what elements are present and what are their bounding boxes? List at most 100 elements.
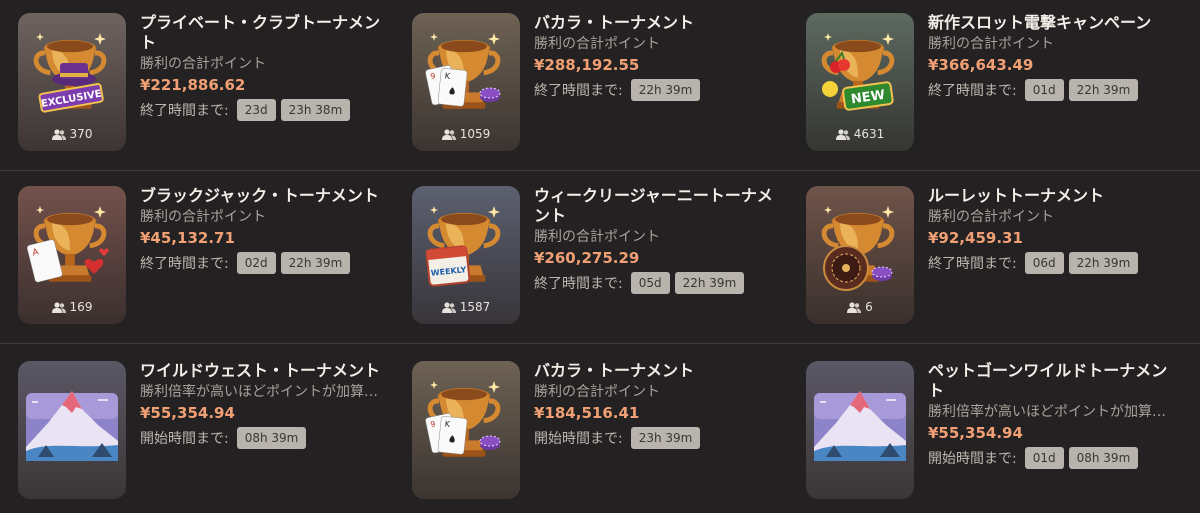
countdown-chip: 02d	[236, 252, 276, 274]
tournament-subtitle: 勝利の合計ポイント	[928, 209, 1054, 225]
countdown-chip: 01d	[1024, 447, 1064, 469]
countdown-label: 開始時間まで:	[928, 451, 1017, 467]
countdown: 開始時間まで: 08h 39m	[140, 426, 385, 450]
prize-pool: ¥45,132.71	[140, 229, 235, 247]
tournament-thumbnail[interactable]: EXCLUSIVE 370	[18, 13, 126, 151]
users-icon	[441, 129, 456, 140]
countdown-chip: 22h 39m	[280, 252, 351, 274]
tournament-title[interactable]: ブラックジャック・トーナメント	[140, 186, 385, 206]
tournament-card[interactable]: 6 ルーレットトーナメント 勝利の合計ポイント ¥92,459.31 終了時間ま…	[806, 186, 1186, 326]
row-divider	[0, 170, 1200, 171]
tournament-card[interactable]: ペットゴーンワイルドトーナメント 勝利倍率が高いほどポイントが加算されます ¥5…	[806, 361, 1186, 501]
tournament-card[interactable]: 9 K バカラ・トーナメント 勝利の合計ポイント ¥184,516.41 開始時…	[412, 361, 792, 501]
tournament-card[interactable]: NEW 4631 新作スロット電撃キャンペーン 勝利の合計ポイント ¥366,6…	[806, 13, 1186, 153]
countdown-label: 開始時間まで:	[140, 431, 229, 447]
prize-pool: ¥221,886.62	[140, 76, 246, 94]
tournament-thumbnail[interactable]: 6	[806, 186, 914, 324]
tournament-card[interactable]: 9 K 1059 バカラ・トーナメント 勝利の合計ポイント ¥288,192.5…	[412, 13, 792, 153]
countdown-label: 終了時間まで:	[928, 256, 1017, 272]
countdown-chip: 05d	[630, 272, 670, 294]
countdown-label: 終了時間まで:	[534, 276, 623, 292]
tournament-title[interactable]: バカラ・トーナメント	[534, 13, 779, 33]
countdown: 終了時間まで: 06d 22h 39m	[928, 251, 1173, 275]
tournament-title[interactable]: ルーレットトーナメント	[928, 186, 1173, 206]
tournament-subtitle: 勝利倍率が高いほどポイントが加算されます	[928, 404, 1173, 420]
player-count-value: 370	[69, 127, 93, 141]
tournament-info: ウィークリージャーニートーナメント 勝利の合計ポイント ¥260,275.29 …	[534, 186, 779, 295]
countdown-chip: 22h 39m	[1068, 252, 1139, 274]
prize-pool: ¥184,516.41	[534, 404, 640, 422]
countdown: 開始時間まで: 01d 08h 39m	[928, 446, 1173, 470]
countdown-chip: 22h 39m	[674, 272, 745, 294]
tournament-title[interactable]: ウィークリージャーニートーナメント	[534, 186, 779, 226]
countdown: 終了時間まで: 01d 22h 39m	[928, 78, 1173, 102]
tournament-title[interactable]: バカラ・トーナメント	[534, 361, 779, 381]
tournament-info: ルーレットトーナメント 勝利の合計ポイント ¥92,459.31 終了時間まで:…	[928, 186, 1173, 275]
player-count: 1059	[412, 127, 520, 141]
countdown-chip: 22h 39m	[630, 79, 701, 101]
countdown-chip: 23d	[236, 99, 276, 121]
player-count: 370	[18, 127, 126, 141]
countdown-label: 終了時間まで:	[928, 83, 1017, 99]
countdown-chip: 06d	[1024, 252, 1064, 274]
player-count-value: 1059	[459, 127, 491, 141]
tournament-info: バカラ・トーナメント 勝利の合計ポイント ¥288,192.55 終了時間まで:…	[534, 13, 779, 102]
countdown: 終了時間まで: 02d 22h 39m	[140, 251, 385, 275]
tournament-card[interactable]: A 169 ブラックジャック・トーナメント 勝利の合計ポイント ¥45,132.…	[18, 186, 398, 326]
prize-pool: ¥288,192.55	[534, 56, 640, 74]
tournament-title[interactable]: ペットゴーンワイルドトーナメント	[928, 361, 1173, 401]
users-icon	[51, 302, 66, 313]
countdown-label: 終了時間まで:	[140, 103, 229, 119]
users-icon	[51, 129, 66, 140]
tournament-thumbnail[interactable]	[18, 361, 126, 499]
tournament-art-icon	[18, 361, 126, 499]
countdown: 終了時間まで: 22h 39m	[534, 78, 779, 102]
tournament-subtitle: 勝利の合計ポイント	[928, 36, 1054, 52]
countdown-chip: 08h 39m	[236, 427, 307, 449]
users-icon	[835, 129, 850, 140]
countdown-chip: 23h 38m	[280, 99, 351, 121]
prize-pool: ¥92,459.31	[928, 229, 1023, 247]
tournament-card[interactable]: EXCLUSIVE 370 プライベート・クラブトーナメント 勝利の合計ポイント…	[18, 13, 398, 153]
countdown-chip: 08h 39m	[1068, 447, 1139, 469]
tournament-thumbnail[interactable]: WEEKLY 1587	[412, 186, 520, 324]
users-icon	[847, 302, 862, 313]
tournament-title[interactable]: 新作スロット電撃キャンペーン	[928, 13, 1173, 33]
tournament-subtitle: 勝利の合計ポイント	[140, 209, 266, 225]
countdown-chip: 23h 39m	[630, 427, 701, 449]
tournament-card[interactable]: ワイルドウェスト・トーナメント 勝利倍率が高いほどポイントが加算されます ¥55…	[18, 361, 398, 501]
tournament-card[interactable]: WEEKLY 1587 ウィークリージャーニートーナメント 勝利の合計ポイント …	[412, 186, 792, 326]
tournament-art-icon	[806, 361, 914, 499]
tournament-thumbnail[interactable]: 9 K	[412, 361, 520, 499]
tournament-thumbnail[interactable]: A 169	[18, 186, 126, 324]
player-count-value: 169	[69, 300, 93, 314]
row-divider	[0, 343, 1200, 344]
player-count-value: 6	[865, 300, 873, 314]
tournament-info: ワイルドウェスト・トーナメント 勝利倍率が高いほどポイントが加算されます ¥55…	[140, 361, 385, 450]
tournament-title[interactable]: プライベート・クラブトーナメント	[140, 13, 385, 53]
tournament-subtitle: 勝利の合計ポイント	[534, 229, 660, 245]
tournament-thumbnail[interactable]	[806, 361, 914, 499]
countdown: 開始時間まで: 23h 39m	[534, 426, 779, 450]
tournament-subtitle: 勝利の合計ポイント	[140, 56, 266, 72]
tournament-info: 新作スロット電撃キャンペーン 勝利の合計ポイント ¥366,643.49 終了時…	[928, 13, 1173, 102]
prize-pool: ¥366,643.49	[928, 56, 1034, 74]
tournament-thumbnail[interactable]: 9 K 1059	[412, 13, 520, 151]
player-count-value: 4631	[853, 127, 885, 141]
tournament-info: プライベート・クラブトーナメント 勝利の合計ポイント ¥221,886.62 終…	[140, 13, 385, 122]
prize-pool: ¥55,354.94	[140, 404, 235, 422]
countdown-chip: 01d	[1024, 79, 1064, 101]
prize-pool: ¥55,354.94	[928, 424, 1023, 442]
tournament-title[interactable]: ワイルドウェスト・トーナメント	[140, 361, 385, 381]
countdown: 終了時間まで: 05d 22h 39m	[534, 271, 779, 295]
prize-pool: ¥260,275.29	[534, 249, 640, 267]
tournament-subtitle: 勝利の合計ポイント	[534, 384, 660, 400]
player-count: 1587	[412, 300, 520, 314]
player-count-value: 1587	[459, 300, 491, 314]
countdown: 終了時間まで: 23d 23h 38m	[140, 98, 385, 122]
tournament-thumbnail[interactable]: NEW 4631	[806, 13, 914, 151]
tournament-art-icon: 9 K	[412, 361, 520, 499]
tournament-info: ペットゴーンワイルドトーナメント 勝利倍率が高いほどポイントが加算されます ¥5…	[928, 361, 1173, 470]
player-count: 169	[18, 300, 126, 314]
tournament-info: バカラ・トーナメント 勝利の合計ポイント ¥184,516.41 開始時間まで:…	[534, 361, 779, 450]
